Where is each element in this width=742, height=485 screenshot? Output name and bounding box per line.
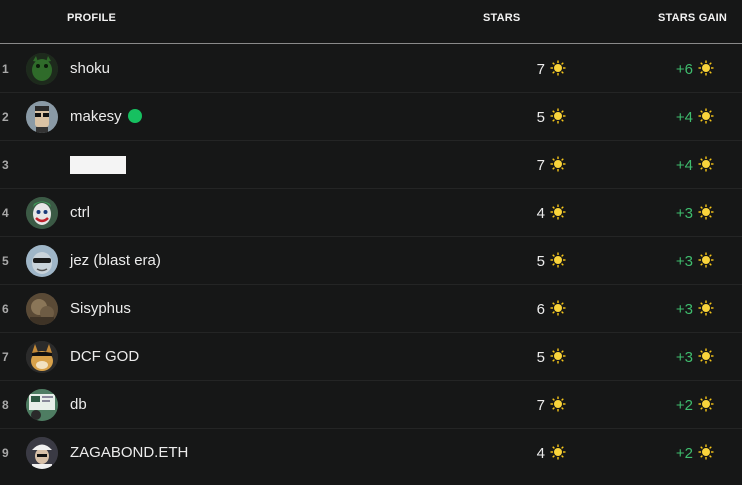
rank-number: 3: [2, 158, 9, 172]
profile-name[interactable]: shoku: [70, 60, 110, 77]
stars-gain: +3: [676, 204, 714, 222]
hat-man-avatar[interactable]: [26, 437, 58, 469]
stars-count: 5: [537, 348, 566, 366]
sun-star-icon: [550, 252, 566, 268]
table-row[interactable]: 9 ZAGABOND.ETH 4 +2: [0, 429, 742, 477]
stars-count: 4: [537, 444, 566, 462]
table-row[interactable]: 2 makesy 5 +4: [0, 93, 742, 141]
joker-avatar[interactable]: [26, 197, 58, 229]
profile-name[interactable]: ZAGABOND.ETH: [70, 444, 188, 461]
stars-gain: +3: [676, 252, 714, 270]
column-header-stars-gain[interactable]: STARS GAIN: [658, 12, 727, 24]
sun-star-icon: [698, 396, 714, 412]
stars-gain: +3: [676, 300, 714, 318]
stars-count: 7: [537, 156, 566, 174]
sun-star-icon: [550, 348, 566, 364]
redacted-profile-name[interactable]: [70, 156, 126, 174]
stars-count: 7: [537, 396, 566, 414]
sun-star-icon: [550, 156, 566, 172]
sun-star-icon: [698, 300, 714, 316]
rank-number: 8: [2, 398, 9, 412]
stars-gain: +4: [676, 156, 714, 174]
sun-star-icon: [550, 204, 566, 220]
stars-count: 5: [537, 252, 566, 270]
sun-star-icon: [698, 204, 714, 220]
sun-star-icon: [698, 444, 714, 460]
profile-name[interactable]: db: [70, 396, 87, 413]
online-status-dot: [127, 109, 142, 123]
table-row[interactable]: 5 jez (blast era) 5 +3: [0, 237, 742, 285]
column-header-profile[interactable]: PROFILE: [67, 12, 116, 24]
stars-count: 6: [537, 300, 566, 318]
rank-number: 2: [2, 110, 9, 124]
sun-star-icon: [550, 108, 566, 124]
sunglasses-avatar[interactable]: [26, 245, 58, 277]
table-row[interactable]: 7 DCF GOD 5 +3: [0, 333, 742, 381]
green-creature-avatar[interactable]: [26, 53, 58, 85]
sun-star-icon: [698, 60, 714, 76]
rank-number: 1: [2, 62, 9, 76]
sun-star-icon: [550, 300, 566, 316]
stars-gain: +2: [676, 444, 714, 462]
sun-star-icon: [550, 396, 566, 412]
stars-count: 5: [537, 108, 566, 126]
profile-name[interactable]: makesy: [70, 108, 142, 125]
stars-gain: +6: [676, 60, 714, 78]
table-row[interactable]: 6 Sisyphus 6 +3: [0, 285, 742, 333]
table-row[interactable]: 1 shoku 7 +6: [0, 45, 742, 93]
rank-number: 7: [2, 350, 9, 364]
profile-name[interactable]: DCF GOD: [70, 348, 139, 365]
profile-name[interactable]: jez (blast era): [70, 252, 161, 269]
table-row[interactable]: 8 db 7 +2: [0, 381, 742, 429]
table-row[interactable]: 3 7 +4: [0, 141, 742, 189]
rank-number: 5: [2, 254, 9, 268]
blank-avatar[interactable]: [26, 149, 58, 181]
doge-avatar[interactable]: [26, 341, 58, 373]
stars-gain: +3: [676, 348, 714, 366]
sun-star-icon: [550, 444, 566, 460]
stars-gain: +4: [676, 108, 714, 126]
rank-number: 9: [2, 446, 9, 460]
leaderboard-list: 1 shoku 7 +6 2 makesy 5 +4 3 7 +4 4 ctrl…: [0, 45, 742, 477]
rank-number: 4: [2, 206, 9, 220]
glasses-man-avatar[interactable]: [26, 101, 58, 133]
rank-number: 6: [2, 302, 9, 316]
brown-avatar[interactable]: [26, 293, 58, 325]
screen-avatar[interactable]: [26, 389, 58, 421]
sun-star-icon: [550, 60, 566, 76]
stars-count: 4: [537, 204, 566, 222]
stars-gain: +2: [676, 396, 714, 414]
sun-star-icon: [698, 348, 714, 364]
profile-name[interactable]: Sisyphus: [70, 300, 131, 317]
sun-star-icon: [698, 156, 714, 172]
table-header: PROFILE STARS STARS GAIN: [0, 0, 742, 44]
sun-star-icon: [698, 108, 714, 124]
column-header-stars[interactable]: STARS: [483, 12, 520, 24]
sun-star-icon: [698, 252, 714, 268]
table-row[interactable]: 4 ctrl 4 +3: [0, 189, 742, 237]
profile-name[interactable]: ctrl: [70, 204, 90, 221]
stars-count: 7: [537, 60, 566, 78]
